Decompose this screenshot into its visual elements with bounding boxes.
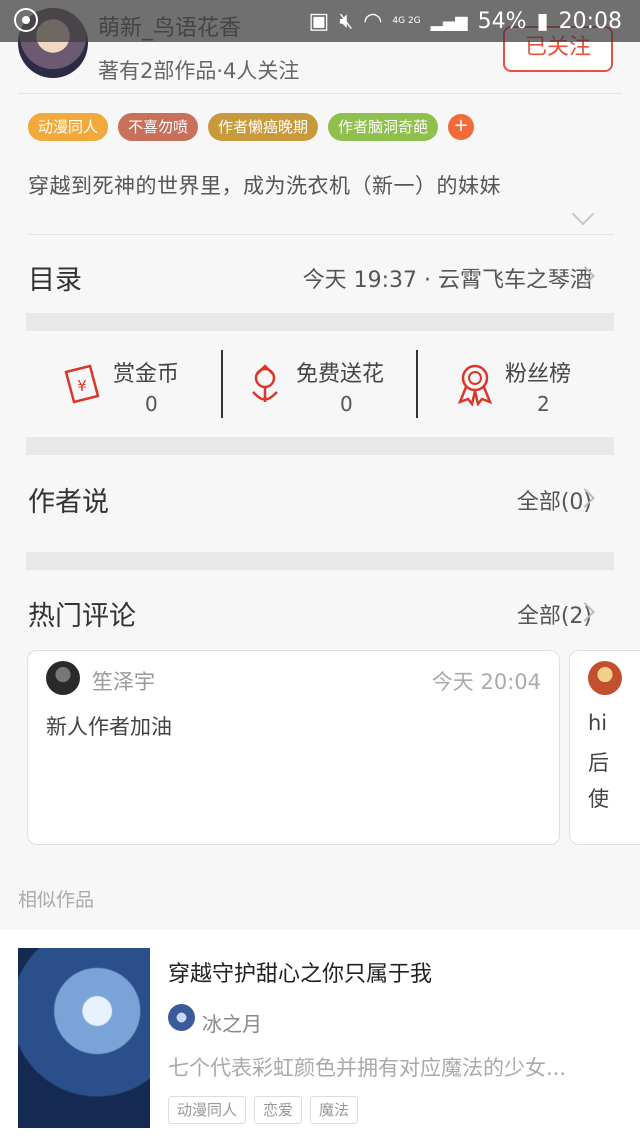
network-label: 4G 2G bbox=[392, 16, 421, 26]
status-bar: ▣ 🔇︎ ◠ 4G 2G ▂▄▆ 54% ▮ 20:08 bbox=[0, 0, 640, 42]
tag-list: 动漫同人 不喜勿喷 作者懒癌晚期 作者脑洞奇葩 + bbox=[28, 113, 475, 141]
section-separator bbox=[26, 437, 614, 455]
divider bbox=[221, 350, 223, 418]
mute-icon: 🔇︎ bbox=[339, 8, 354, 34]
stat-value: 0 bbox=[145, 392, 158, 416]
sd-card-icon: ▣ bbox=[308, 8, 330, 34]
book-description: 七个代表彩虹颜色并拥有对应魔法的少女... bbox=[168, 1056, 567, 1080]
red-envelope-icon: ¥ bbox=[64, 364, 100, 404]
author-says-title: 作者说 bbox=[28, 487, 109, 518]
commenter-avatar[interactable] bbox=[46, 661, 80, 695]
catalog-title: 目录 bbox=[28, 265, 82, 296]
stat-value: 2 bbox=[537, 392, 550, 416]
stat-label: 赏金币 bbox=[113, 362, 180, 387]
book-author-avatar bbox=[168, 1004, 195, 1031]
battery-icon: ▮ bbox=[536, 8, 549, 34]
author-name[interactable]: 萌新_鸟语花香 bbox=[98, 10, 241, 42]
stat-label: 免费送花 bbox=[296, 362, 385, 387]
tag-item[interactable]: 动漫同人 bbox=[28, 113, 109, 141]
hot-comments-title: 热门评论 bbox=[28, 601, 136, 632]
author-meta: 著有2部作品·4人关注 bbox=[98, 59, 300, 83]
divider bbox=[28, 234, 614, 235]
comment-text: 新人作者加油 bbox=[46, 715, 172, 739]
stat-label: 粉丝榜 bbox=[505, 362, 572, 387]
section-separator bbox=[26, 313, 614, 331]
signal-icon: ▂▄▆ bbox=[430, 11, 468, 31]
divider bbox=[416, 350, 418, 418]
book-tag[interactable]: 动漫同人 bbox=[168, 1096, 247, 1124]
comment-text: hi bbox=[588, 711, 608, 735]
stat-value: 0 bbox=[340, 392, 353, 416]
book-summary: 穿越到死神的世界里，成为洗衣机（新一）的妹妹 bbox=[28, 174, 501, 198]
flower-icon bbox=[252, 364, 278, 402]
add-tag-button[interactable]: + bbox=[448, 114, 475, 140]
book-author[interactable]: 冰之月 bbox=[202, 1008, 262, 1037]
battery-percent: 54% bbox=[477, 8, 527, 34]
similar-book-item[interactable]: 穿越守护甜心之你只属于我 冰之月 七个代表彩虹颜色并拥有对应魔法的少女... 动… bbox=[0, 930, 640, 1138]
tag-item[interactable]: 不喜勿喷 bbox=[118, 113, 199, 141]
comment-card[interactable]: hi 后 使 bbox=[569, 650, 640, 845]
book-title[interactable]: 穿越守护甜心之你只属于我 bbox=[168, 956, 432, 988]
commenter-name[interactable]: 笙泽宇 bbox=[92, 666, 155, 696]
commenter-avatar[interactable] bbox=[588, 661, 622, 695]
comment-text: 后 bbox=[588, 751, 609, 775]
comment-text: 使 bbox=[588, 787, 609, 811]
svg-text:¥: ¥ bbox=[77, 377, 87, 395]
tag-item[interactable]: 作者懒癌晚期 bbox=[208, 113, 319, 141]
book-tag[interactable]: 魔法 bbox=[310, 1096, 359, 1124]
section-separator bbox=[26, 552, 614, 570]
book-cover[interactable] bbox=[18, 948, 150, 1128]
comment-card[interactable]: 笙泽宇 今天 20:04 新人作者加油 bbox=[27, 650, 560, 845]
medal-icon bbox=[457, 364, 493, 406]
similar-works-title: 相似作品 bbox=[18, 889, 95, 911]
notification-icon bbox=[14, 8, 38, 32]
wifi-icon: ◠ bbox=[363, 8, 383, 34]
clock: 20:08 bbox=[558, 8, 622, 34]
expand-chevron-icon[interactable] bbox=[571, 202, 595, 226]
book-tag[interactable]: 恋爱 bbox=[254, 1096, 303, 1124]
book-tag-list: 动漫同人 恋爱 魔法 bbox=[168, 1096, 359, 1124]
comment-time: 今天 20:04 bbox=[431, 670, 541, 694]
catalog-latest: 今天 19:37 · 云霄飞车之琴酒 bbox=[302, 268, 592, 293]
divider bbox=[18, 93, 622, 94]
tag-item[interactable]: 作者脑洞奇葩 bbox=[328, 113, 439, 141]
